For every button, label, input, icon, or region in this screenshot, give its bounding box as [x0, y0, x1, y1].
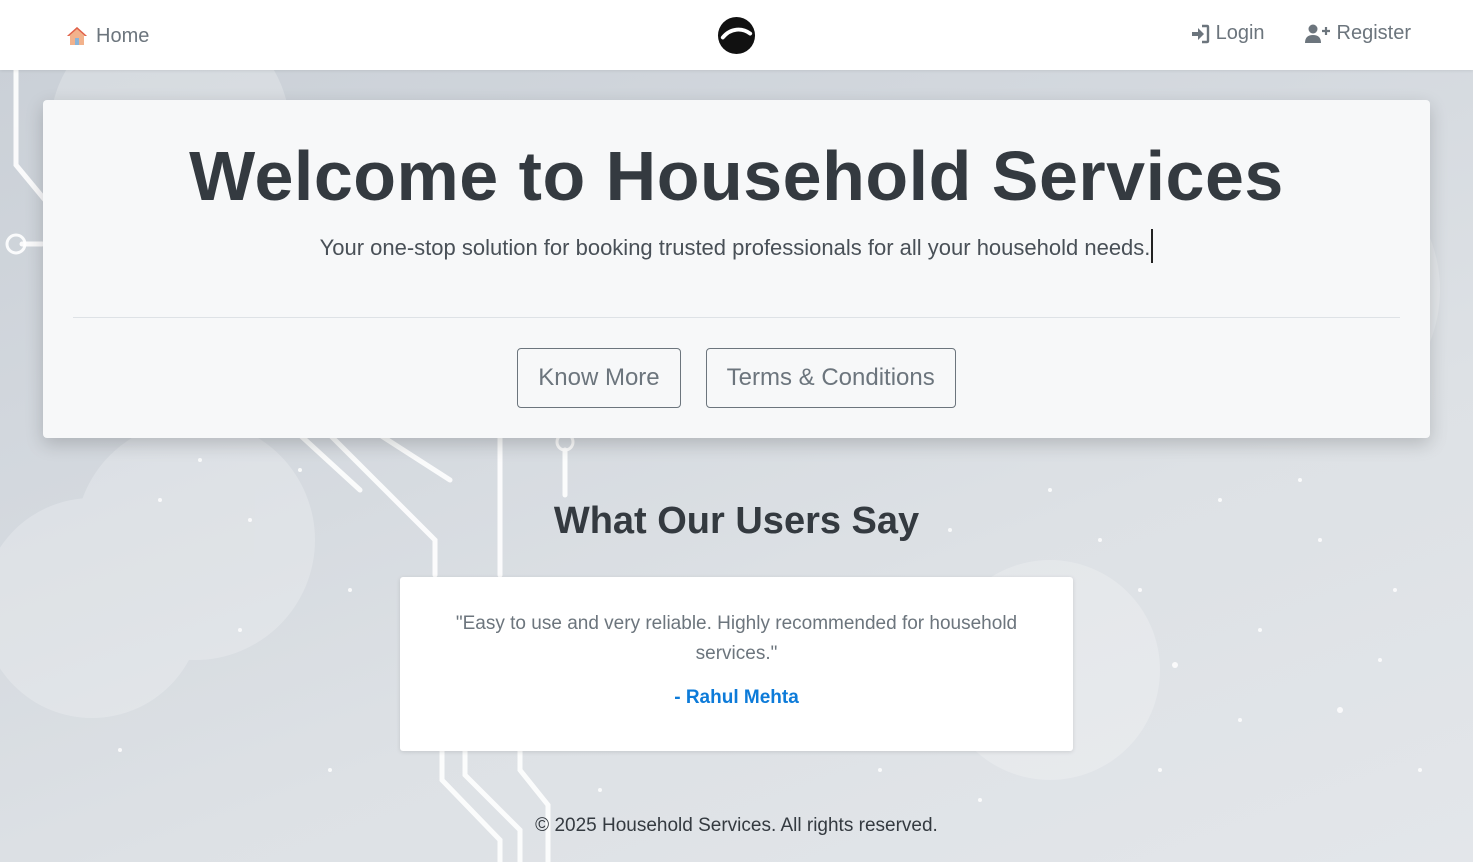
hero-divider [73, 317, 1400, 318]
logo-icon[interactable] [717, 16, 756, 55]
house-icon [66, 25, 88, 47]
nav-actions: Login Register [1190, 22, 1411, 45]
hero-lead: Your one-stop solution for booking trust… [43, 229, 1430, 263]
know-more-button[interactable]: Know More [517, 348, 681, 408]
user-plus-icon [1304, 24, 1331, 44]
testimonials-heading: What Our Users Say [553, 500, 920, 542]
register-link[interactable]: Register [1304, 22, 1411, 45]
top-navbar: Home Login Register [0, 0, 1473, 70]
text-cursor [1151, 229, 1154, 263]
hero-lead-text: Your one-stop solution for booking trust… [319, 235, 1151, 260]
footer-copyright: © 2025 Household Services. All rights re… [535, 815, 938, 836]
register-label: Register [1336, 22, 1411, 44]
login-link[interactable]: Login [1190, 22, 1265, 45]
login-label: Login [1215, 22, 1265, 44]
home-label: Home [96, 24, 150, 47]
sign-in-icon [1190, 24, 1210, 44]
hero-actions: Know More Terms & Conditions [43, 348, 1430, 408]
page-title: Welcome to Household Services [189, 137, 1284, 215]
home-link[interactable]: Home [66, 22, 149, 50]
terms-conditions-button[interactable]: Terms & Conditions [705, 348, 956, 408]
testimonial-quote: "Easy to use and very reliable. Highly r… [455, 613, 1018, 664]
hero-jumbotron: Welcome to Household Services Your one-s… [43, 100, 1430, 438]
testimonial-author: - Rahul Mehta [674, 687, 799, 708]
testimonial-card: "Easy to use and very reliable. Highly r… [400, 577, 1073, 751]
